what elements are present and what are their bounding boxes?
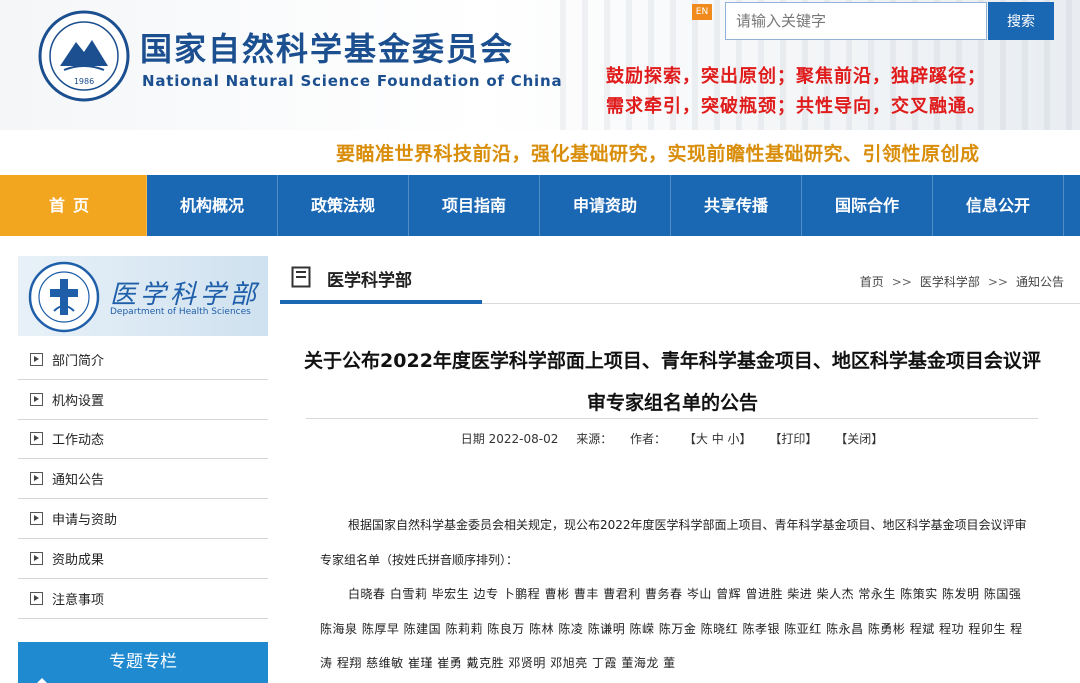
close-button[interactable]: 【关闭】 [835, 432, 883, 446]
sidebar-item-label: 机构设置 [52, 393, 105, 409]
sidebar-item-structure[interactable]: 机构设置 [18, 380, 268, 420]
sidebar-item-label: 资助成果 [52, 552, 105, 568]
print-button[interactable]: 【打印】 [769, 432, 817, 446]
sidebar-item-label: 申请与资助 [52, 513, 118, 529]
sidebar-item-news[interactable]: 工作动态 [18, 420, 268, 460]
department-name-cn: 医学科学部 [110, 280, 261, 310]
article-date: 日期 2022-08-02 [460, 432, 559, 446]
section-header-underline [280, 300, 482, 304]
main-nav: 首页 机构概况 政策法规 项目指南 申请资助 共享传播 国际合作 信息公开 [0, 175, 1080, 236]
arrow-right-icon [30, 512, 43, 526]
sidebar-menu: 部门简介 机构设置 工作动态 通知公告 申请与资助 资助成果 注意事项 [18, 340, 268, 619]
arrow-right-icon [30, 392, 43, 406]
arrow-right-icon [30, 472, 43, 486]
nav-item-policies[interactable]: 政策法规 [278, 175, 409, 236]
breadcrumb: 首页 >> 医学科学部 >> 通知公告 [860, 273, 1064, 290]
article-intro-paragraph: 根据国家自然科学基金委员会相关规定，现公布2022年度医学科学部面上项目、青年科… [320, 518, 1027, 567]
breadcrumb-separator: >> [891, 275, 912, 289]
nav-item-international[interactable]: 国际合作 [802, 175, 933, 236]
arrow-right-icon [30, 551, 43, 565]
english-version-link[interactable]: EN [692, 4, 712, 20]
article-meta: 日期 2022-08-02 来源： 作者： 【大 中 小】 【打印】 【关闭】 [306, 430, 1038, 447]
site-title-en: National Natural Science Foundation of C… [142, 72, 563, 90]
nav-item-guide[interactable]: 项目指南 [409, 175, 540, 236]
sidebar-item-label: 工作动态 [52, 433, 105, 449]
search-button[interactable]: 搜索 [988, 2, 1054, 40]
logo-year: 1986 [74, 77, 94, 86]
nsfc-logo[interactable]: 1986 [38, 10, 130, 102]
nav-item-home[interactable]: 首页 [0, 175, 147, 236]
sidebar-item-label: 注意事项 [52, 592, 105, 608]
breadcrumb-separator: >> [987, 275, 1008, 289]
document-icon [291, 266, 311, 288]
article-author: 作者： [630, 432, 667, 446]
font-size-control[interactable]: 【大 中 小】 [684, 432, 752, 446]
nav-item-about[interactable]: 机构概况 [147, 175, 278, 236]
nav-item-apply[interactable]: 申请资助 [540, 175, 671, 236]
scrolling-tagline: 要瞄准世界科技前沿，强化基础研究，实现前瞻性基础研究、引领性原创成 [336, 143, 980, 165]
article-source: 来源： [576, 432, 613, 446]
tagline-bar: 要瞄准世界科技前沿，强化基础研究，实现前瞻性基础研究、引领性原创成 [0, 130, 1080, 174]
arrow-right-icon [30, 432, 43, 446]
breadcrumb-home[interactable]: 首页 [860, 275, 884, 289]
breadcrumb-current[interactable]: 通知公告 [1016, 275, 1064, 289]
article-body: 根据国家自然科学基金委员会相关规定，现公布2022年度医学科学部面上项目、青年科… [320, 508, 1032, 681]
nav-item-sharing[interactable]: 共享传播 [671, 175, 802, 236]
department-banner[interactable]: 医学科学部 Department of Health Sciences [18, 256, 268, 336]
nav-item-disclosure[interactable]: 信息公开 [933, 175, 1064, 236]
arrow-right-icon [30, 352, 43, 366]
sidebar-item-funding[interactable]: 申请与资助 [18, 499, 268, 539]
article-title: 关于公布2022年度医学科学部面上项目、青年科学基金项目、地区科学基金项目会议评… [304, 350, 1041, 414]
sidebar-item-label: 部门简介 [52, 353, 105, 369]
section-title: 医学科学部 [327, 271, 412, 291]
sidebar-item-notices[interactable]: 通知公告 [18, 459, 268, 500]
search-input[interactable] [725, 2, 987, 40]
article-divider [306, 418, 1038, 419]
arrow-right-icon [30, 591, 43, 605]
sidebar-item-intro[interactable]: 部门简介 [18, 340, 268, 380]
department-logo [28, 261, 100, 333]
slogan-line-1: 鼓励探索，突出原创；聚焦前沿，独辟蹊径； [606, 66, 986, 87]
sidebar-item-notes[interactable]: 注意事项 [18, 579, 268, 619]
sidebar-item-label: 通知公告 [52, 473, 105, 489]
site-header: 1986 国家自然科学基金委员会 National Natural Scienc… [0, 0, 1080, 130]
expert-names-list: 白晓春 白雪莉 毕宏生 边专 卜鹏程 曹彬 曹丰 曹君利 曹务春 岑山 曾辉 曾… [320, 587, 1023, 670]
slogan-line-2: 需求牵引，突破瓶颈；共性导向，交叉融通。 [606, 96, 986, 117]
breadcrumb-department[interactable]: 医学科学部 [920, 275, 980, 289]
site-title-cn[interactable]: 国家自然科学基金委员会 [140, 24, 514, 70]
department-name-en: Department of Health Sciences [110, 307, 251, 317]
special-column-button[interactable]: 专题专栏 [18, 642, 268, 683]
sidebar-item-results[interactable]: 资助成果 [18, 539, 268, 579]
